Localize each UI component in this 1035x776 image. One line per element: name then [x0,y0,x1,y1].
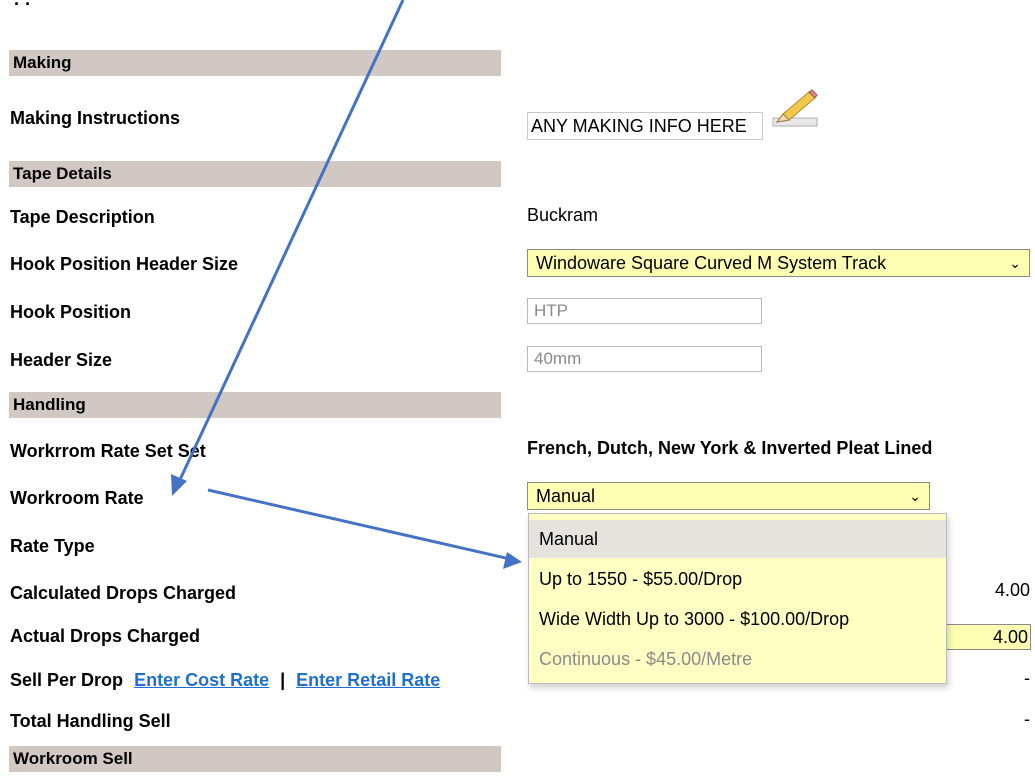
annotation-arrowhead-2 [503,552,522,569]
section-making: Making [9,50,501,76]
making-instructions-label: Making Instructions [10,108,181,128]
header-size-input[interactable] [527,346,762,372]
making-instructions-value: ANY MAKING INFO HERE [531,116,747,136]
calculated-drops-value: 4.00 [994,580,1030,600]
tape-description-value: Buckram [527,205,599,225]
hook-header-size-select[interactable]: Windoware Square Curved M System Track ⌄ [527,249,1030,277]
annotation-arrow-2 [207,488,511,561]
chevron-down-icon: ⌄ [909,488,921,504]
tape-description-label: Tape Description [10,207,155,227]
chevron-down-icon: ⌄ [1009,255,1021,271]
workroom-rate-label: Workroom Rate [10,488,144,508]
sell-per-drop-label: Sell Per Drop [10,670,124,690]
actual-drops-input[interactable]: 4.00 [940,624,1031,650]
dropdown-option-manual[interactable]: Manual [529,520,946,558]
annotation-arrowhead-1 [171,474,187,496]
actual-drops-value: 4.00 [992,627,1028,647]
workroom-rate-set-label: Workrrom Rate Set Set [10,441,206,461]
dropdown-option-continuous: Continuous - $45.00/Metre [539,649,753,669]
enter-retail-rate-link[interactable]: Enter Retail Rate [296,670,440,690]
link-separator: | [280,670,286,690]
hook-header-size-label: Hook Position Header Size [10,254,239,274]
total-handling-value: - [1024,709,1030,729]
dropdown-option-up-to-1550[interactable]: Up to 1550 - $55.00/Drop [529,560,946,598]
edit-pencil-icon[interactable] [769,88,821,128]
making-instructions-field[interactable]: ANY MAKING INFO HERE [527,112,763,140]
sell-per-drop-row: Sell Per Drop Enter Cost Rate | Enter Re… [10,670,440,691]
workroom-rate-dropdown-list: Manual Up to 1550 - $55.00/Drop Wide Wid… [528,513,947,684]
section-tape-details: Tape Details [9,161,501,187]
hook-position-input[interactable] [527,298,762,324]
enter-cost-rate-link[interactable]: Enter Cost Rate [134,670,269,690]
workroom-rate-selected: Manual [536,486,596,506]
workroom-rate-select[interactable]: Manual ⌄ [527,482,930,510]
hook-header-size-selected: Windoware Square Curved M System Track [536,253,887,273]
calculated-drops-label: Calculated Drops Charged [10,583,237,603]
clipped-top-text: · · [14,0,31,14]
hook-position-label: Hook Position [10,302,131,322]
rate-type-label: Rate Type [10,536,95,556]
header-size-label: Header Size [10,350,113,370]
sell-per-drop-value: - [1024,668,1030,688]
workroom-rate-set-value: French, Dutch, New York & Inverted Pleat… [527,438,933,458]
actual-drops-label: Actual Drops Charged [10,626,201,646]
section-handling: Handling [9,392,501,418]
dropdown-option-wide-width[interactable]: Wide Width Up to 3000 - $100.00/Drop [529,600,946,638]
section-workroom-sell: Workroom Sell [9,746,501,772]
total-handling-label: Total Handling Sell [10,711,171,731]
